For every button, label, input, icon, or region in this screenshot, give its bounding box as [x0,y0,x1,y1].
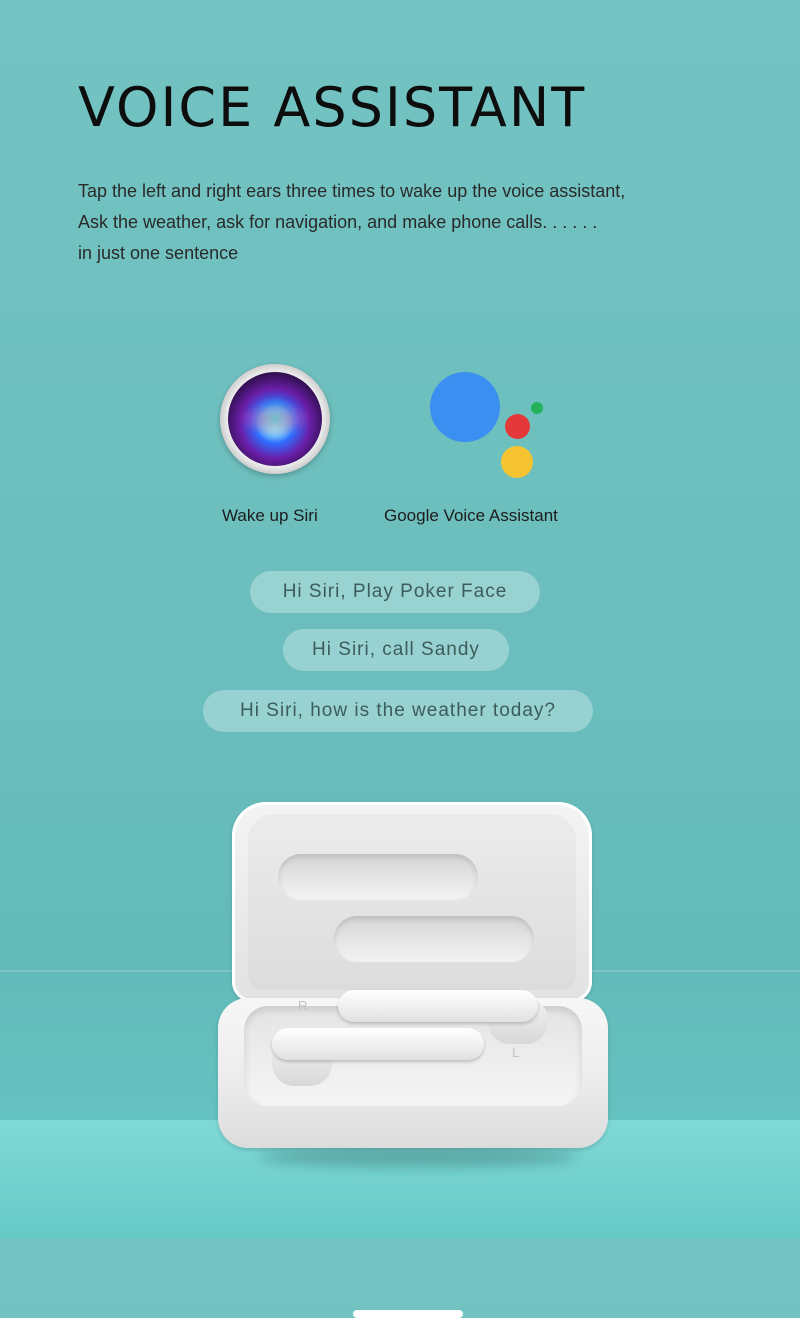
left-marker: L [512,1044,520,1060]
right-marker: R [298,998,308,1013]
google-assistant-icon [428,370,548,480]
siri-label: Wake up Siri [222,506,318,525]
voice-command-bubble: Hi Siri, call Sandy [283,629,509,671]
siri-icon [220,364,330,474]
case-lid [232,802,592,1002]
page-title: VOICE ASSISTANT [78,76,587,139]
google-assistant-label: Google Voice Assistant [384,506,558,525]
left-earbud [272,1028,484,1060]
description-line: Ask the weather, ask for navigation, and… [78,212,598,232]
description-line: Tap the left and right ears three times … [78,181,626,201]
description: Tap the left and right ears three times … [78,176,738,269]
description-line: in just one sentence [78,243,239,263]
earbuds-case-image: R L [218,802,608,1318]
right-earbud [338,990,538,1022]
voice-command-bubble: Hi Siri, Play Poker Face [250,571,540,613]
voice-command-bubble: Hi Siri, how is the weather today? [203,690,593,732]
